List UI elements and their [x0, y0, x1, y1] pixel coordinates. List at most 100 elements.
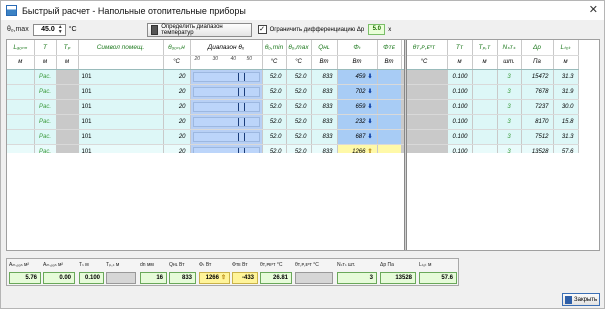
tmax-spinner[interactable]: 45.0 ▲ ▼	[32, 23, 66, 36]
cell-tp[interactable]	[56, 143, 79, 160]
cell-dp[interactable]: 13528	[521, 143, 554, 160]
cell-tp[interactable]	[56, 99, 79, 115]
cell-tin[interactable]: 20	[163, 114, 191, 130]
cell-length[interactable]	[7, 129, 35, 145]
cell-phi-te[interactable]	[377, 114, 402, 130]
cell-range-slider[interactable]	[190, 99, 263, 115]
cell-tmin[interactable]: 52.0	[262, 114, 287, 130]
col-header[interactable]: Tₚ	[56, 40, 79, 56]
col-header[interactable]: Lₜₒₜ	[553, 40, 579, 56]
range-marker[interactable]	[237, 132, 239, 141]
limit-value-field[interactable]: 5.0	[368, 24, 386, 35]
range-marker[interactable]	[243, 132, 245, 141]
cell-dp[interactable]: 8170	[521, 114, 554, 130]
cell-ltot[interactable]: 31.9	[553, 84, 579, 100]
cell-nsys[interactable]: 3	[497, 114, 522, 130]
cell-length[interactable]	[7, 114, 35, 130]
col-header[interactable]: Символ помещ.	[78, 40, 164, 56]
col-header-range[interactable]: Диапазон θₓ	[190, 40, 263, 56]
cell-nsys[interactable]: 3	[497, 129, 522, 145]
cell-ltot[interactable]: 57.6	[553, 143, 579, 160]
results-grid[interactable]: Lₐₒₙₙ T Tₚ Символ помещ. θₒₒₙ,н Диапазон…	[6, 39, 600, 251]
cell-q[interactable]: 833	[311, 129, 338, 145]
cell-tpr[interactable]	[472, 143, 498, 160]
cell-tp[interactable]	[56, 84, 79, 100]
cell-type[interactable]: Рас.	[34, 69, 57, 85]
cell-tpr[interactable]	[472, 69, 498, 85]
cell-tpr[interactable]	[472, 129, 498, 145]
col-header[interactable]: θₒ,min	[262, 40, 287, 56]
cell-tin[interactable]: 20	[163, 129, 191, 145]
cell-theta-ext[interactable]	[401, 143, 448, 160]
cell-room-symbol[interactable]: 101	[78, 99, 164, 115]
cell-range-slider[interactable]	[190, 84, 263, 100]
col-header[interactable]: θₒ,max	[286, 40, 312, 56]
cell-tr[interactable]: 0.100	[447, 84, 473, 100]
col-header[interactable]: Lₐₒₙₙ	[7, 40, 35, 56]
cell-room-symbol[interactable]: 101	[78, 69, 164, 85]
limit-checkbox[interactable]: ✓	[257, 25, 267, 34]
cell-ltot[interactable]: 31.3	[553, 129, 579, 145]
cell-nsys[interactable]: 3	[497, 84, 522, 100]
cell-room-symbol[interactable]: 101	[78, 114, 164, 130]
cell-type[interactable]: Рас.	[34, 84, 57, 100]
cell-room-symbol[interactable]: 101	[78, 84, 164, 100]
range-marker[interactable]	[237, 117, 239, 126]
cell-tin[interactable]: 20	[163, 84, 191, 100]
col-header[interactable]: Nₛᴛₛ	[497, 40, 522, 56]
cell-nsys[interactable]: 3	[497, 99, 522, 115]
cell-type[interactable]: Рас.	[34, 99, 57, 115]
cell-tr[interactable]: 0.100	[447, 129, 473, 145]
cell-phi[interactable]: 687 ⬇	[337, 129, 378, 145]
range-slider[interactable]	[192, 86, 260, 97]
cell-range-slider[interactable]	[190, 69, 263, 85]
cell-tmax[interactable]: 52.0	[286, 69, 312, 85]
cell-tmin[interactable]: 52.0	[262, 143, 287, 160]
cell-tr[interactable]: 0.100	[447, 143, 473, 160]
cell-nsys[interactable]: 3	[497, 69, 522, 85]
cell-theta-ext[interactable]	[401, 69, 448, 85]
cell-room-symbol[interactable]: 101	[78, 143, 164, 160]
col-header[interactable]: θₒₒₙ,н	[163, 40, 191, 56]
cell-length[interactable]	[7, 69, 35, 85]
cell-theta-ext[interactable]	[401, 84, 448, 100]
cell-phi[interactable]: 1266 ⇧	[337, 143, 378, 160]
cell-phi-te[interactable]	[377, 69, 402, 85]
cell-phi[interactable]: 659 ⬇	[337, 99, 378, 115]
cell-nsys[interactable]: 3	[497, 143, 522, 160]
col-header[interactable]: Φᴛᴇ	[377, 40, 402, 56]
range-slider[interactable]	[192, 116, 260, 127]
cell-type[interactable]: Рас.	[34, 114, 57, 130]
cell-q[interactable]: 833	[311, 99, 338, 115]
cell-phi[interactable]: 702 ⬇	[337, 84, 378, 100]
cell-ltot[interactable]: 30.0	[553, 99, 579, 115]
cell-tin[interactable]: 20	[163, 99, 191, 115]
col-header[interactable]: Tᴛ	[447, 40, 473, 56]
cell-range-slider[interactable]	[190, 114, 263, 130]
cell-tmin[interactable]: 52.0	[262, 84, 287, 100]
cell-phi-te[interactable]	[377, 84, 402, 100]
cell-tmax[interactable]: 52.0	[286, 143, 312, 160]
cell-tin[interactable]: 20	[163, 143, 191, 160]
cell-q[interactable]: 833	[311, 69, 338, 85]
cell-length[interactable]	[7, 84, 35, 100]
cell-tr[interactable]: 0.100	[447, 69, 473, 85]
cell-range-slider[interactable]	[190, 143, 263, 160]
table-row[interactable]: Рас. 101 20 52.0 52.0 833 232 ⬇ 0.100 3 8170 15.8	[7, 114, 579, 130]
close-icon[interactable]: ✕	[589, 3, 598, 16]
pane-splitter[interactable]	[404, 40, 407, 250]
cell-tp[interactable]	[56, 114, 79, 130]
cell-range-slider[interactable]	[190, 129, 263, 145]
range-marker[interactable]	[243, 72, 245, 81]
cell-tmin[interactable]: 52.0	[262, 69, 287, 85]
cell-tp[interactable]	[56, 129, 79, 145]
cell-dp[interactable]: 7678	[521, 84, 554, 100]
table-row[interactable]: Рас. 101 20 52.0 52.0 833 702 ⬇ 0.100 3 7678 31.9	[7, 84, 579, 100]
cell-theta-ext[interactable]	[401, 99, 448, 115]
cell-tmax[interactable]: 52.0	[286, 99, 312, 115]
cell-tr[interactable]: 0.100	[447, 99, 473, 115]
col-header[interactable]: Δp	[521, 40, 554, 56]
col-header[interactable]: Qʜʟ	[311, 40, 338, 56]
range-marker[interactable]	[243, 102, 245, 111]
cell-tmax[interactable]: 52.0	[286, 129, 312, 145]
